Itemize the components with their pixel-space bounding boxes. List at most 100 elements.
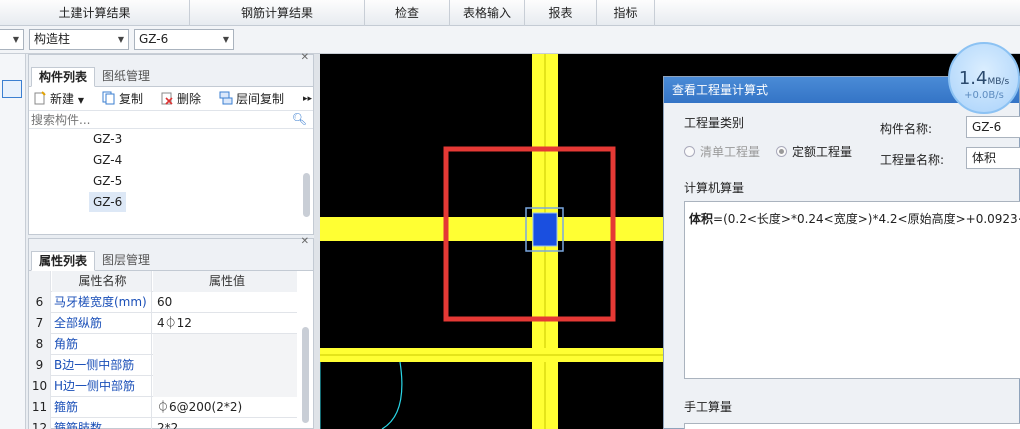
property-panel: ✕ 属性列表 图层管理 属性名称 属性值 6 马牙槎宽度(mm) 60 7 全部… xyxy=(28,236,314,429)
floor-copy-button[interactable]: 层间复制 xyxy=(219,90,284,108)
table-row[interactable]: 9 B边一侧中部筋 xyxy=(29,355,297,376)
chevron-down-icon: ▼ xyxy=(77,96,84,105)
header-index xyxy=(29,271,51,292)
component-list: GZ-3 GZ-4 GZ-5 GZ-6 xyxy=(29,129,313,223)
chevron-down-icon: ▼ xyxy=(117,35,124,44)
door-arc xyxy=(381,361,403,429)
tab-component-list[interactable]: 构件列表 xyxy=(31,67,96,87)
copy-button[interactable]: 复制 xyxy=(102,90,143,108)
component-type-select[interactable]: 构造柱 ▼ xyxy=(29,29,129,50)
formula-keyword: 体积 xyxy=(689,212,714,226)
row-index: 12 xyxy=(29,418,51,429)
table-row[interactable]: 11 箍筋 ⏀6@200(2*2) xyxy=(29,397,297,418)
upload-speed: +0.0B/s xyxy=(964,90,1004,101)
header-property-value: 属性值 xyxy=(153,271,297,292)
property-panel-tabs: 属性列表 图层管理 xyxy=(29,249,313,271)
row-value[interactable]: ⏀6@200(2*2) xyxy=(153,397,297,418)
network-speed-badge[interactable]: 1.4MB/s +0.0B/s xyxy=(948,42,1020,114)
radio-dot-selected xyxy=(776,146,787,157)
radio-dot xyxy=(684,146,695,157)
row-index: 10 xyxy=(29,376,51,397)
delete-icon xyxy=(161,92,173,105)
delete-label: 删除 xyxy=(177,92,202,106)
top-tab-bar: 土建计算结果 钢筋计算结果 检查 表格输入 报表 指标 xyxy=(0,0,1020,26)
more-icon[interactable]: ▸▸ xyxy=(303,90,312,108)
tab-report[interactable]: 报表 xyxy=(525,0,597,26)
component-type-value: 构造柱 xyxy=(34,32,71,46)
formula-textarea[interactable]: 体积=(0.2<长度>*0.24<宽度>)*4.2<原始高度>+0.0923<加… xyxy=(684,201,1020,379)
list-item[interactable]: GZ-3 xyxy=(89,129,126,149)
radio-quota-label: 定额工程量 xyxy=(792,145,853,159)
row-name: 箍筋肢数 xyxy=(52,418,152,429)
tab-layer-management[interactable]: 图层管理 xyxy=(95,251,157,271)
comp-name-label: 构件名称: xyxy=(880,122,933,136)
chevron-down-icon: ▼ xyxy=(12,35,19,44)
search-input[interactable] xyxy=(31,112,291,128)
comp-name-field[interactable]: GZ-6 xyxy=(966,116,1020,138)
row-value[interactable]: 60 xyxy=(153,292,297,313)
new-icon xyxy=(34,91,46,105)
new-label: 新建 xyxy=(50,92,75,106)
tab-check[interactable]: 检查 xyxy=(365,0,450,26)
property-table-header: 属性名称 属性值 xyxy=(29,271,297,292)
radio-quota-quantity[interactable]: 定额工程量 xyxy=(776,143,852,160)
floor-select[interactable]: ▼ xyxy=(0,29,24,50)
radio-bill-label: 清单工程量 xyxy=(700,145,761,159)
panel-toggle-icon[interactable] xyxy=(2,80,22,98)
close-icon[interactable]: ✕ xyxy=(301,52,309,63)
panel-header-bar: ✕ xyxy=(29,52,313,65)
table-row[interactable]: 12 箍筋肢数 2*2 xyxy=(29,418,297,429)
tab-table-input[interactable]: 表格输入 xyxy=(450,0,525,26)
tab-indicator[interactable]: 指标 xyxy=(597,0,655,26)
row-name: 角筋 xyxy=(52,334,152,355)
column-gz6[interactable] xyxy=(532,212,558,247)
row-value[interactable] xyxy=(153,376,297,397)
qty-type-label: 工程量类别 xyxy=(684,116,745,130)
tab-property-list[interactable]: 属性列表 xyxy=(31,251,96,271)
qty-name-field[interactable]: 体积 xyxy=(966,147,1020,169)
search-icon[interactable]: 🔍︎ xyxy=(292,112,307,126)
tab-rebar-results[interactable]: 钢筋计算结果 xyxy=(190,0,365,26)
copy-icon xyxy=(102,91,115,105)
property-scrollbar[interactable] xyxy=(302,327,309,423)
delete-button[interactable]: 删除 xyxy=(160,90,201,108)
list-item[interactable]: GZ-4 xyxy=(89,150,126,170)
table-row[interactable]: 10 H边一侧中部筋 xyxy=(29,376,297,397)
table-row[interactable]: 6 马牙槎宽度(mm) 60 xyxy=(29,292,297,313)
row-value[interactable] xyxy=(153,334,297,355)
tab-civil-results[interactable]: 土建计算结果 xyxy=(0,0,190,26)
component-list-panel: ✕ 构件列表 图纸管理 新建 ▼ 复制 删除 层间复制 ▸▸ 🔍︎ GZ-3 G… xyxy=(28,52,314,235)
row-value[interactable] xyxy=(153,355,297,376)
list-scrollbar[interactable] xyxy=(303,173,310,217)
row-value[interactable]: 2*2 xyxy=(153,418,297,429)
formula-text: =(0.2<长度>*0.24<宽度>)*4.2<原始高度>+0.0923<加马 xyxy=(713,212,1020,226)
row-index: 9 xyxy=(29,355,51,376)
radio-bill-quantity[interactable]: 清单工程量 xyxy=(684,143,760,160)
row-name: B边一侧中部筋 xyxy=(52,355,152,376)
left-toolstrip xyxy=(0,54,26,429)
component-panel-tabs: 构件列表 图纸管理 xyxy=(29,65,313,87)
header-property-name: 属性名称 xyxy=(52,271,152,292)
tab-drawing-management[interactable]: 图纸管理 xyxy=(95,67,157,87)
component-toolbar: 新建 ▼ 复制 删除 层间复制 ▸▸ xyxy=(29,87,313,111)
component-name-select[interactable]: GZ-6 ▼ xyxy=(134,29,234,50)
list-item[interactable]: GZ-5 xyxy=(89,171,126,191)
manual-calc-label: 手工算量 xyxy=(684,400,733,414)
row-index: 6 xyxy=(29,292,51,313)
table-row[interactable]: 7 全部纵筋 4⏀12 xyxy=(29,313,297,334)
table-row[interactable]: 8 角筋 xyxy=(29,334,297,355)
manual-calc-field[interactable] xyxy=(684,423,1020,429)
row-name: 马牙槎宽度(mm) xyxy=(52,292,152,313)
qty-name-label: 工程量名称: xyxy=(880,153,945,167)
row-name: 箍筋 xyxy=(52,397,152,418)
close-icon[interactable]: ✕ xyxy=(301,236,309,247)
floor-copy-label: 层间复制 xyxy=(236,92,285,106)
row-index: 11 xyxy=(29,397,51,418)
list-item-selected[interactable]: GZ-6 xyxy=(89,192,127,212)
row-index: 8 xyxy=(29,334,51,355)
component-name-value: GZ-6 xyxy=(139,32,169,46)
row-value[interactable]: 4⏀12 xyxy=(153,313,297,334)
new-button[interactable]: 新建 ▼ xyxy=(33,90,84,108)
copy-label: 复制 xyxy=(119,92,144,106)
floor-copy-icon xyxy=(219,91,233,105)
